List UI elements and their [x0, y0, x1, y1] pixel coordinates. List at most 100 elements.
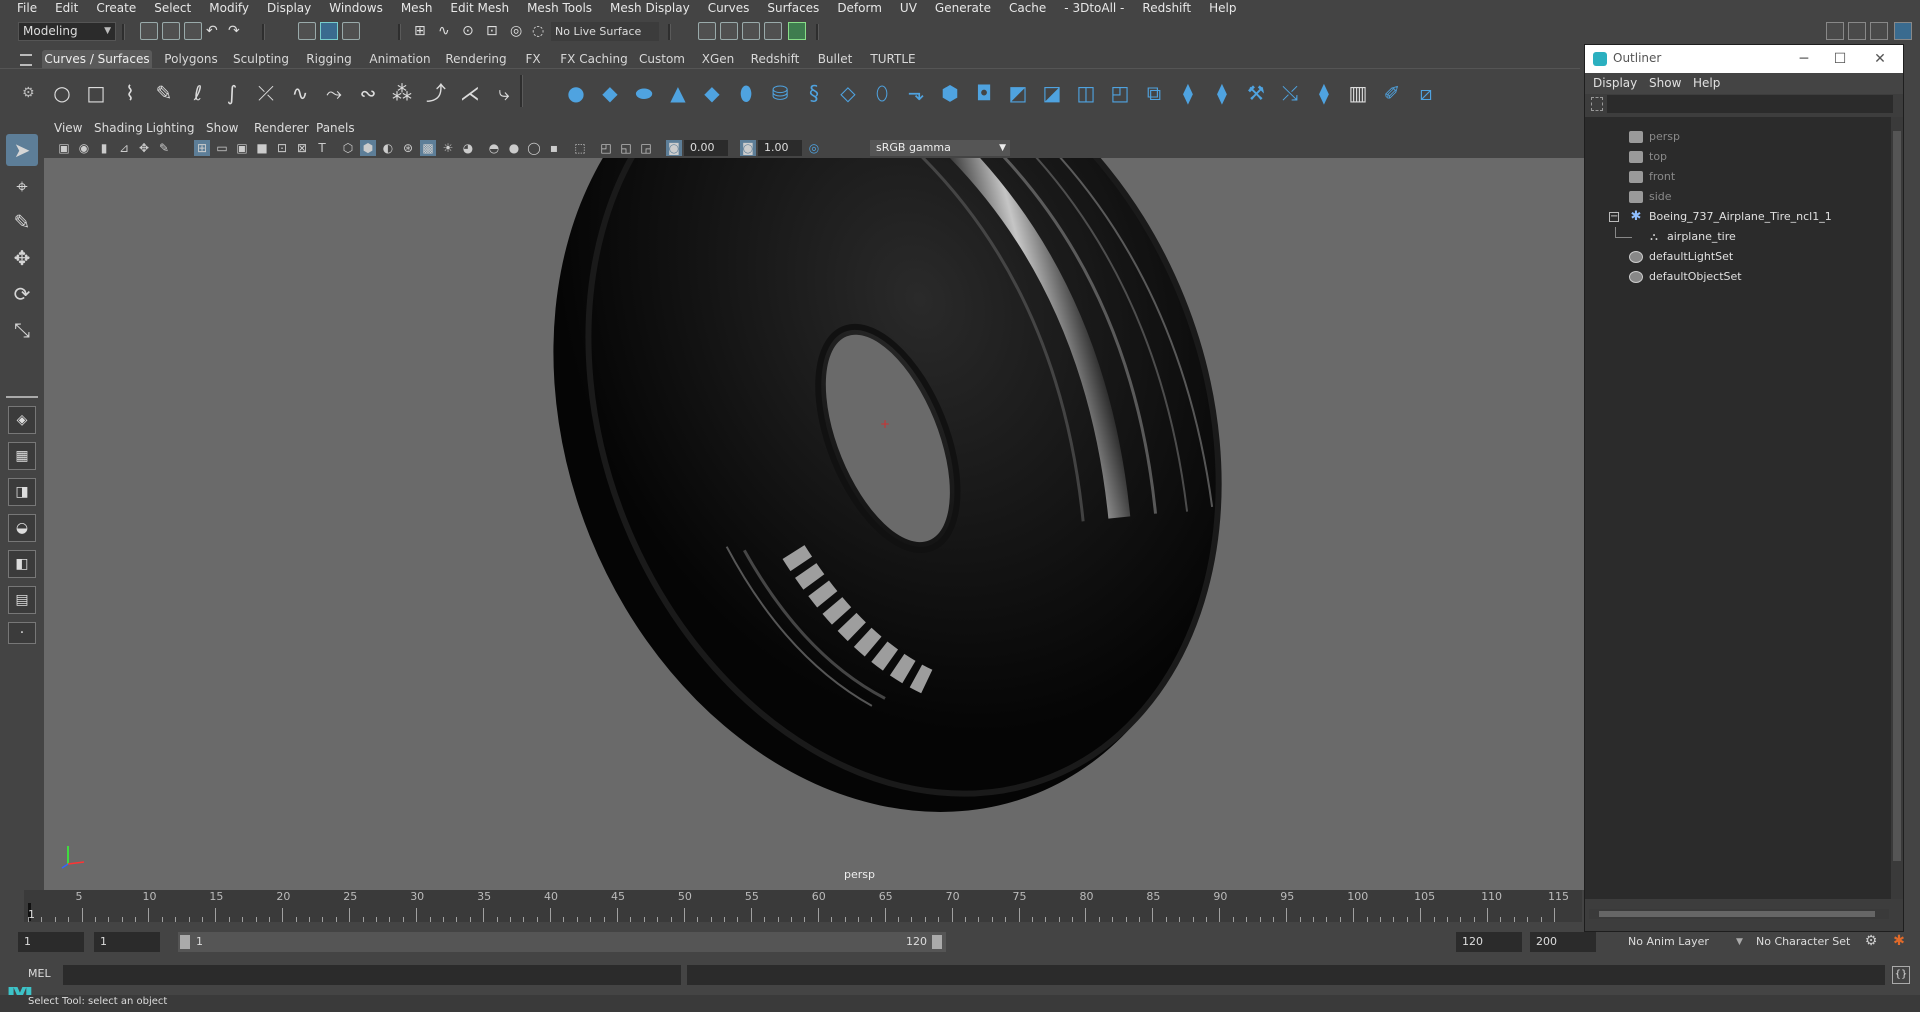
menu-item[interactable]: Cache [1000, 0, 1055, 17]
pencil-curve-icon[interactable]: ℓ [186, 81, 210, 105]
ep-curve-icon[interactable]: ✎ [152, 81, 176, 105]
nurbs-torus-icon[interactable]: ⬮ [734, 81, 758, 105]
xray-joints-icon[interactable]: ◯ [526, 140, 542, 156]
outliner-horizontal-scrollbar[interactable] [1589, 909, 1889, 919]
grease-pencil-icon[interactable]: ✎ [156, 140, 172, 156]
camera-attributes-icon[interactable]: ◉ [76, 140, 92, 156]
menu-item[interactable]: Modify [200, 0, 258, 17]
select-tool-icon[interactable]: ➤ [6, 134, 38, 166]
shelf-tab[interactable]: TURTLE [866, 50, 920, 68]
revolve-icon[interactable]: ⛁ [768, 81, 792, 105]
textured-icon[interactable]: ▩ [420, 140, 436, 156]
shelf-tab[interactable]: FX Caching [554, 50, 634, 68]
scroll-thumb[interactable] [1893, 131, 1901, 861]
outliner-node[interactable]: defaultObjectSet [1585, 267, 1891, 287]
end-time-field[interactable]: 200 [1530, 932, 1596, 952]
anim-layer-dropdown[interactable]: No Anim Layer [1628, 930, 1709, 954]
save-scene-icon[interactable] [184, 22, 202, 40]
menu-item[interactable]: Help [1200, 0, 1245, 17]
detach-curves-icon[interactable]: ⤳ [322, 81, 346, 105]
select-hierarchy-icon[interactable] [298, 22, 316, 40]
shelf-tab[interactable]: Custom [636, 50, 688, 68]
move-tool-icon[interactable]: ✥ [6, 242, 38, 274]
smooth-shade-icon[interactable]: ⬢ [360, 140, 376, 156]
menu-item[interactable]: Redshift [1133, 0, 1200, 17]
panel-menu-item[interactable]: View [54, 119, 82, 138]
grid-icon[interactable]: ⊞ [194, 140, 210, 156]
rebuild-surface-icon[interactable]: ▥ [1346, 81, 1370, 105]
snap-point-icon[interactable]: ⊙ [462, 22, 480, 40]
bezier-curve-icon[interactable]: ⤫ [254, 81, 278, 105]
scroll-thumb[interactable] [1599, 911, 1875, 917]
trim-tool-icon[interactable]: ◰ [1108, 81, 1132, 105]
menu-item[interactable]: Mesh [392, 0, 442, 17]
nurbs-cylinder-icon[interactable]: ⬬ [632, 81, 656, 105]
motion-blur-icon[interactable]: ◱ [618, 140, 634, 156]
shelf-tab[interactable]: Sculpting [230, 50, 292, 68]
single-view-layout-icon[interactable]: ◈ [8, 406, 36, 434]
toggle-outliner-icon[interactable] [1894, 22, 1912, 40]
rebuild-curve-icon[interactable]: ∾ [356, 81, 380, 105]
gamma-field[interactable]: 1.00 [758, 140, 802, 156]
gamma-icon[interactable]: ◙ [740, 140, 756, 156]
birail-icon[interactable]: ⬎ [904, 81, 928, 105]
outliner-node[interactable]: front [1585, 167, 1891, 187]
menu-item[interactable]: Edit [46, 0, 87, 17]
snap-view-icon[interactable]: ⊡ [486, 22, 504, 40]
attach-curves-icon[interactable]: ∿ [288, 81, 312, 105]
panel-menu-item[interactable]: Shading [94, 119, 143, 138]
toggle-attribute-editor-icon[interactable] [1848, 22, 1866, 40]
menu-item[interactable]: Deform [828, 0, 891, 17]
wireframe-on-shaded-icon[interactable]: ⊛ [400, 140, 416, 156]
bevel-plus-icon[interactable]: ◩ [1006, 81, 1030, 105]
airplane-tire-mesh[interactable]: + [44, 158, 1584, 890]
planar-icon[interactable]: ◇ [836, 81, 860, 105]
menu-item[interactable]: Display [258, 0, 320, 17]
resolution-gate-icon[interactable]: ▣ [234, 140, 250, 156]
menu-item[interactable]: Edit Mesh [441, 0, 518, 17]
collapse-icon[interactable]: − [1609, 212, 1619, 222]
shelf-tab[interactable]: Rendering [440, 50, 512, 68]
color-management-icon[interactable]: ◎ [806, 140, 822, 156]
outliner-node[interactable]: defaultLightSet [1585, 247, 1891, 267]
surface-edit-icon[interactable]: ⧄ [1414, 81, 1438, 105]
outliner-search-input[interactable] [1607, 95, 1893, 113]
menu-item[interactable]: Mesh Display [601, 0, 699, 17]
anti-aliasing-icon[interactable]: ◲ [638, 140, 654, 156]
image-plane-icon[interactable]: ⊿ [116, 140, 132, 156]
camera-select-icon[interactable]: ▣ [56, 140, 72, 156]
menu-item[interactable]: Windows [320, 0, 392, 17]
outliner-node[interactable]: top [1585, 147, 1891, 167]
outliner-menu-display[interactable]: Display [1593, 73, 1637, 94]
outliner-node[interactable]: − ✱ Boeing_737_Airplane_Tire_ncl1_1 [1585, 207, 1891, 227]
make-live-icon[interactable]: ◌ [532, 22, 550, 40]
scale-tool-icon[interactable]: ⤡ [6, 314, 38, 346]
square-surface-icon[interactable]: ◘ [972, 81, 996, 105]
nurbs-cube-icon[interactable]: ◆ [598, 81, 622, 105]
undo-icon[interactable]: ↶ [206, 22, 224, 40]
shelf-tab[interactable]: Rigging [300, 50, 358, 68]
menu-set-dropdown[interactable]: Modeling ▼ [18, 22, 116, 41]
isolate-select-icon[interactable]: ⬚ [572, 140, 588, 156]
select-object-icon[interactable] [320, 22, 338, 40]
menu-item[interactable]: UV [891, 0, 926, 17]
panel-menu-item[interactable]: Renderer [254, 119, 309, 138]
menu-item[interactable]: Surfaces [758, 0, 828, 17]
open-close-surfaces-icon[interactable]: ⧫ [1312, 81, 1336, 105]
sculpt-geometry-icon[interactable]: ✐ [1380, 81, 1404, 105]
preferences-icon[interactable]: ✱ [1890, 933, 1908, 951]
new-scene-icon[interactable] [140, 22, 158, 40]
side-by-side-layout-icon[interactable]: ◨ [8, 478, 36, 506]
time-slider[interactable]: 1 5 10 15 20 25 30 35 40 45 50 55 60 65 70 75 80 85 90 95 1… [24, 890, 1582, 922]
backface-culling-icon[interactable]: ▪ [546, 140, 562, 156]
attach-surfaces-icon[interactable]: ⚒ [1244, 81, 1268, 105]
hypershade-icon[interactable] [764, 22, 782, 40]
two-d-pan-icon[interactable]: ✥ [136, 140, 152, 156]
maximize-icon[interactable]: ☐ [1825, 48, 1855, 70]
more-layouts-icon[interactable]: · [8, 622, 36, 644]
view-transform-dropdown[interactable]: sRGB gamma ▼ [870, 140, 1010, 156]
menu-item[interactable]: Generate [926, 0, 1000, 17]
field-chart-icon[interactable]: ⊡ [274, 140, 290, 156]
panel-menu-item[interactable]: Show [206, 119, 238, 138]
render-view-icon[interactable] [788, 22, 806, 40]
